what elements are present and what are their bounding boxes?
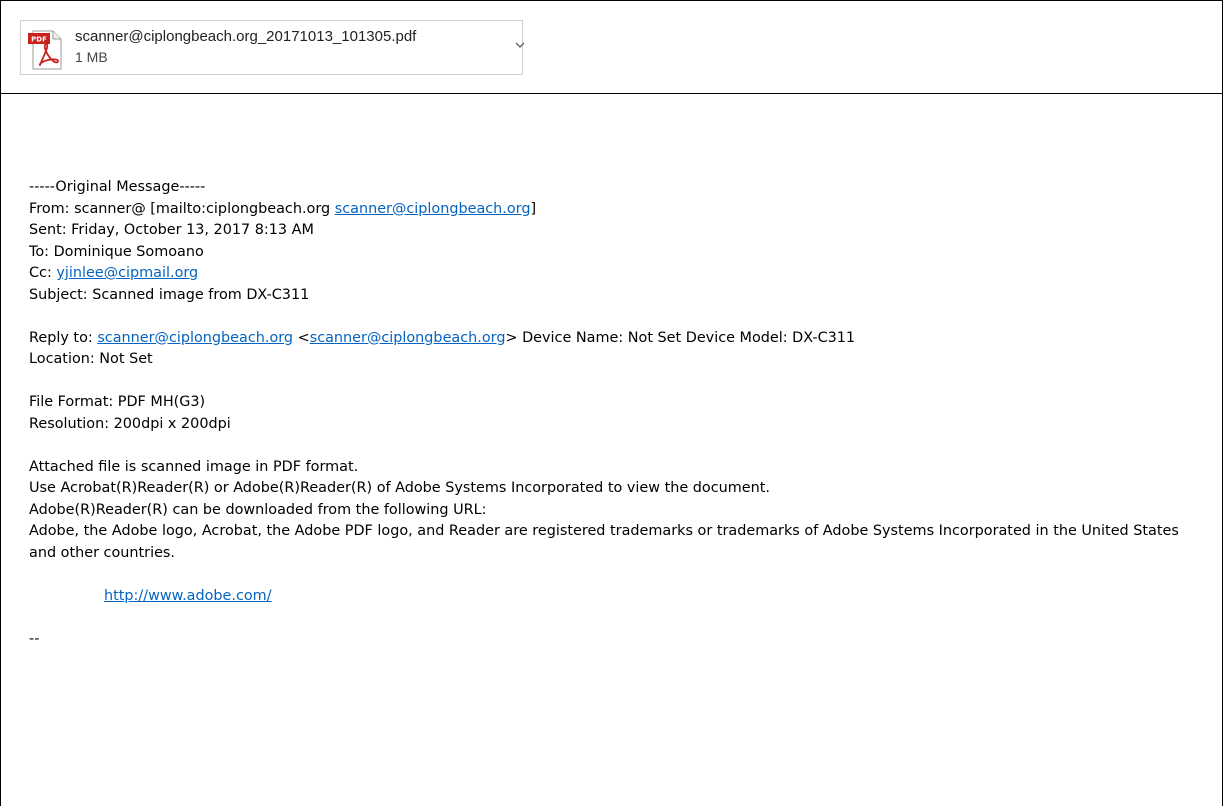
- resolution-line: Resolution: 200dpi x 200dpi: [29, 415, 231, 432]
- to-line: To: Dominique Somoano: [29, 243, 204, 260]
- attachment-size: 1 MB: [75, 49, 108, 65]
- subject-line: Subject: Scanned image from DX-C311: [29, 286, 310, 303]
- adobe-url-line: http://www.adobe.com/: [29, 586, 1209, 608]
- pdf-file-icon: PDF: [28, 30, 62, 70]
- from-line: From: scanner@ [mailto:ciplongbeach.org …: [29, 200, 537, 217]
- signature-separator: --: [29, 630, 40, 647]
- attached-info-line: Attached file is scanned image in PDF fo…: [29, 458, 359, 475]
- chevron-down-icon[interactable]: [513, 38, 527, 50]
- trademark-notice: Adobe, the Adobe logo, Acrobat, the Adob…: [29, 523, 1179, 561]
- from-email-link[interactable]: scanner@ciplongbeach.org: [335, 201, 531, 217]
- attachment-chip[interactable]: PDF scanner@ciplongbeach.org_20171013_10…: [20, 20, 525, 75]
- svg-text:PDF: PDF: [31, 36, 47, 44]
- cc-email-link[interactable]: yjinlee@cipmail.org: [56, 265, 198, 281]
- location-line: Location: Not Set: [29, 351, 153, 367]
- file-format-line: File Format: PDF MH(G3): [29, 394, 206, 410]
- sent-line: Sent: Friday, October 13, 2017 8:13 AM: [29, 222, 314, 238]
- reply-to-line: Reply to: scanner@ciplongbeach.org <scan…: [29, 329, 856, 346]
- use-reader-line: Use Acrobat(R)Reader(R) or Adobe(R)Reade…: [29, 480, 770, 496]
- download-line: Adobe(R)Reader(R) can be downloaded from…: [29, 501, 487, 518]
- adobe-url-link[interactable]: http://www.adobe.com/: [104, 588, 272, 604]
- original-message-separator: -----Original Message-----: [29, 179, 206, 195]
- cc-line: Cc: yjinlee@cipmail.org: [29, 265, 199, 281]
- header-divider: [0, 93, 1223, 94]
- attachment-filename: scanner@ciplongbeach.org_20171013_101305…: [75, 28, 417, 45]
- message-body: -----Original Message----- From: scanner…: [29, 177, 1209, 650]
- reply-to-email-link-2[interactable]: scanner@ciplongbeach.org: [310, 330, 506, 346]
- reply-to-email-link[interactable]: scanner@ciplongbeach.org: [97, 330, 293, 346]
